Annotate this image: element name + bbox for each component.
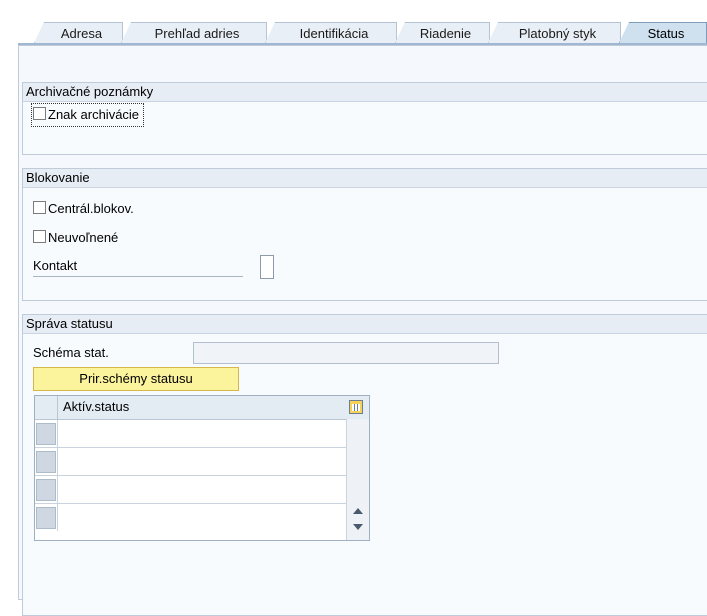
unreleased-label: Neuvoľnené	[48, 230, 119, 245]
table-row[interactable]	[35, 476, 346, 504]
schema-label: Schéma stat.	[33, 345, 109, 360]
row-divider	[57, 504, 58, 531]
central-block-checkbox[interactable]	[33, 201, 46, 214]
row-selector[interactable]	[36, 423, 56, 445]
tab-address-overview[interactable]: Prehľad adries	[121, 22, 267, 43]
blocking-group: Blokovanie Centrál.blokov. Neuvoľnené Ko…	[22, 168, 707, 301]
contact-label: Kontakt	[33, 256, 243, 277]
table-row[interactable]	[35, 420, 346, 448]
table-header: Aktív.status	[35, 396, 369, 420]
active-status-table: Aktív.status	[34, 395, 370, 541]
archive-group: Archivačné poznámky Znak archivácie	[22, 82, 707, 155]
tab-address[interactable]: Adresa	[34, 22, 123, 43]
scroll-down-icon[interactable]	[353, 524, 363, 530]
archive-flag-label: Znak archivácie	[48, 107, 140, 122]
schema-field[interactable]	[193, 342, 499, 364]
contact-field[interactable]	[260, 255, 274, 279]
row-divider	[57, 420, 58, 447]
table-row[interactable]	[35, 504, 346, 531]
central-block-row[interactable]: Centrál.blokov.	[33, 199, 134, 219]
tab-status[interactable]: Status	[619, 22, 707, 43]
row-selector[interactable]	[36, 507, 56, 529]
status-group-title: Správa statusu	[23, 315, 707, 334]
row-divider	[57, 448, 58, 475]
row-divider	[57, 476, 58, 503]
column-active-status[interactable]: Aktív.status	[63, 399, 129, 414]
select-all-cell[interactable]	[35, 396, 58, 419]
table-scrollbar[interactable]	[346, 419, 369, 540]
central-block-label: Centrál.blokov.	[48, 201, 134, 216]
tab-payment[interactable]: Platobný styk	[488, 22, 621, 43]
unreleased-checkbox[interactable]	[33, 230, 46, 243]
assign-schema-button[interactable]: Prir.schémy statusu	[33, 367, 239, 391]
blocking-group-title: Blokovanie	[23, 169, 707, 188]
table-settings-icon[interactable]	[349, 400, 363, 414]
row-selector[interactable]	[36, 479, 56, 501]
unreleased-row[interactable]: Neuvoľnené	[33, 228, 118, 248]
archive-flag-checkbox[interactable]	[33, 107, 46, 120]
row-selector[interactable]	[36, 451, 56, 473]
scroll-up-icon[interactable]	[353, 508, 363, 514]
archive-group-title: Archivačné poznámky	[23, 83, 707, 102]
archive-flag-row[interactable]: Znak archivácie	[30, 103, 145, 127]
archive-flag-focus[interactable]: Znak archivácie	[30, 103, 145, 127]
schema-row: Schéma stat.	[33, 342, 499, 364]
tab-identification[interactable]: Identifikácia	[265, 22, 397, 43]
contact-row: Kontakt	[33, 255, 274, 279]
status-group: Správa statusu Schéma stat. Prir.schémy …	[22, 314, 707, 616]
table-row[interactable]	[35, 448, 346, 476]
tab-control[interactable]: Riadenie	[395, 22, 490, 43]
